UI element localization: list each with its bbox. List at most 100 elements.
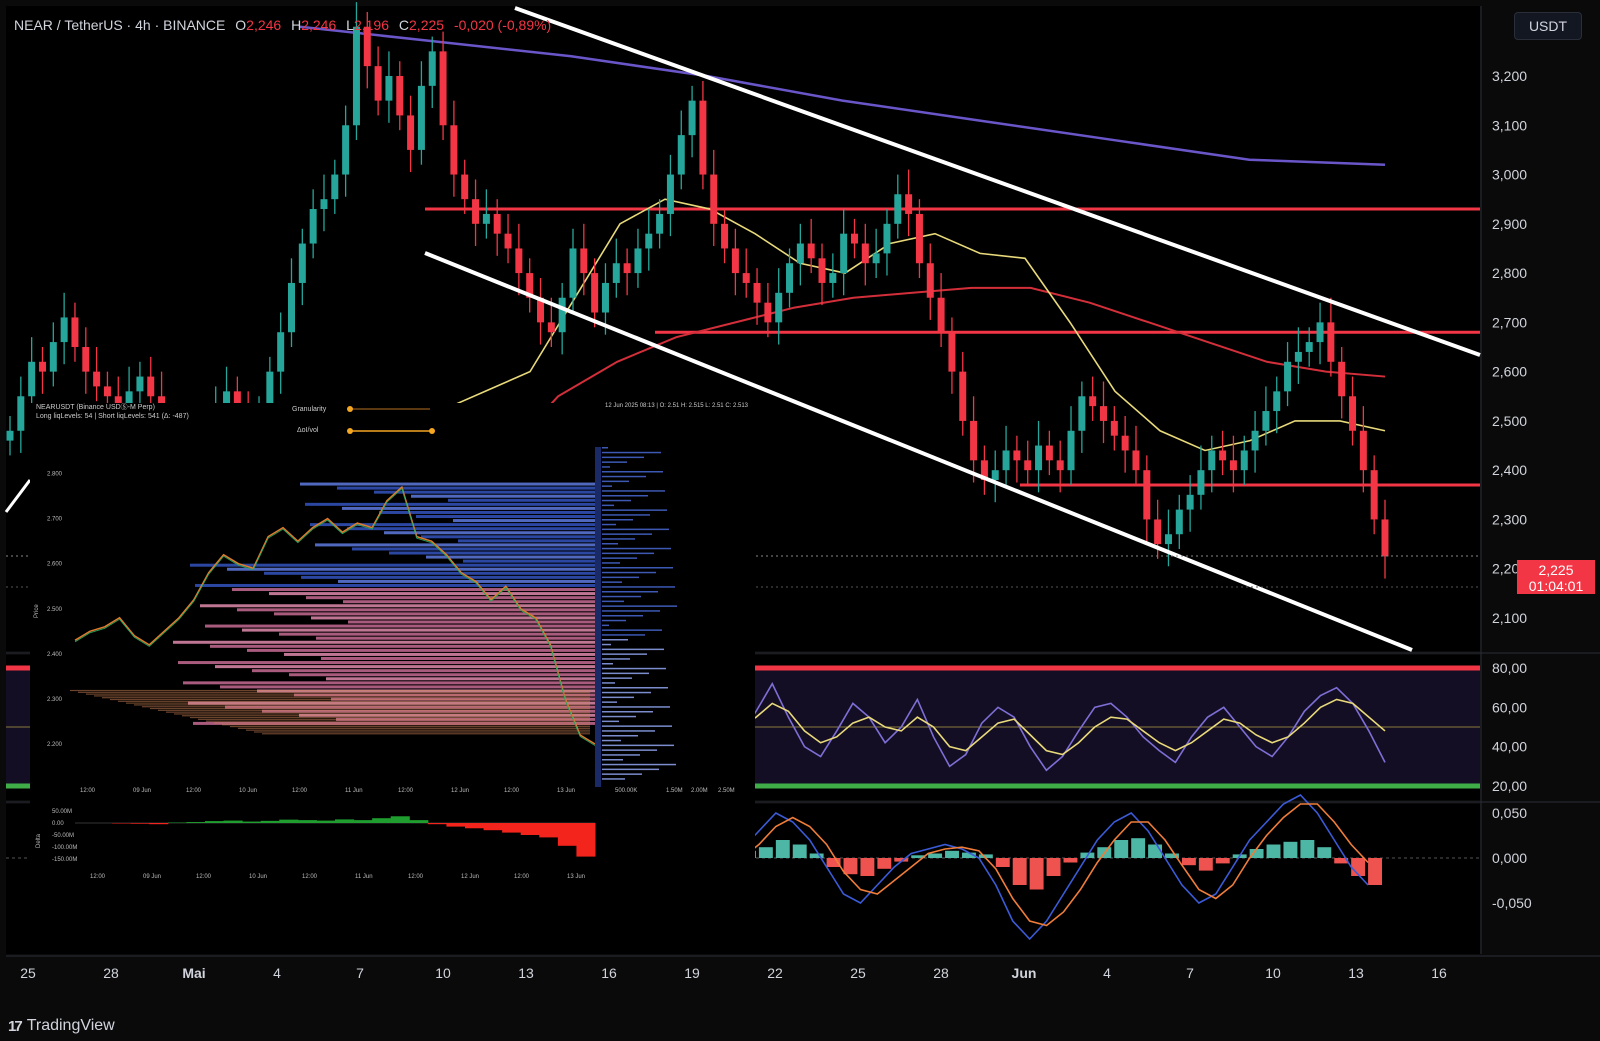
candle-body — [1110, 420, 1118, 436]
volume-profile-bar — [602, 562, 620, 564]
volume-profile-bar — [602, 658, 630, 660]
candle-body — [493, 213, 501, 234]
volume-profile-bar — [602, 653, 647, 655]
inset-canvas: 2.800 2.700 2.600 2.500 2.400 2.300 2.200 Price… — [30, 403, 755, 908]
liquidation-band — [426, 555, 595, 559]
inset-delta-bar — [502, 823, 522, 833]
candle-body — [807, 243, 815, 259]
liquidation-band — [411, 494, 595, 498]
time-tick-label: 25 — [850, 965, 866, 981]
volume-profile-bar — [602, 634, 645, 636]
inset-title: NEARUSDT (Binance USDⓈ-M Perp) Long liqL… — [36, 403, 189, 421]
candle-body — [82, 347, 90, 372]
candle-body — [1175, 509, 1183, 535]
candle-body — [298, 243, 306, 283]
macd-histogram-bar — [1181, 858, 1196, 866]
candle-body — [450, 125, 458, 175]
currency-button[interactable]: USDT — [1514, 12, 1582, 40]
candle-body — [656, 213, 664, 234]
liquidation-band — [300, 482, 595, 486]
candle-body — [1067, 430, 1075, 471]
liquidation-band — [200, 604, 595, 608]
liquidation-band — [190, 716, 590, 719]
candle-body — [731, 248, 739, 274]
volume-profile-bar — [602, 461, 627, 463]
macd-tick-label: 0,050 — [1492, 805, 1527, 821]
candle-body — [634, 248, 642, 274]
inset-liq-levels: Long liqLevels: 54 | Short liqLevels: 54… — [36, 413, 189, 420]
volume-profile-bar — [602, 691, 651, 694]
candle-body — [623, 263, 631, 274]
inset-time-tick: 12:00 — [398, 788, 414, 794]
candle-body — [1121, 435, 1129, 451]
volume-profile-bar — [602, 639, 628, 641]
volume-profile-bar — [602, 466, 610, 468]
price-tick-label: 2,300 — [1492, 511, 1527, 527]
volume-profile-bar — [602, 773, 642, 775]
volume-profile-bar — [602, 648, 664, 651]
volume-profile-bar — [602, 571, 656, 574]
volume-profile-bar — [602, 490, 665, 492]
volume-profile-bar — [602, 504, 614, 507]
candle-body — [1208, 450, 1216, 471]
tradingview-logo-text: TradingView — [26, 1017, 115, 1034]
close-label: C — [398, 17, 410, 33]
inset-symbol: NEARUSDT (Binance USDⓈ-M Perp) — [36, 404, 155, 411]
liquidation-band — [453, 519, 595, 523]
candle-body — [1078, 396, 1086, 431]
liquidation-band — [230, 725, 590, 728]
candle-body — [1338, 361, 1346, 397]
volume-profile-bar — [602, 711, 653, 713]
volume-profile-bar — [602, 643, 611, 646]
volume-profile-bar — [602, 725, 672, 727]
inset-delta-bar — [223, 820, 243, 823]
inset-delta-bar — [520, 823, 540, 835]
liquidation-band — [173, 640, 595, 644]
volume-profile-bar — [602, 715, 636, 718]
tradingview-logo[interactable]: 17 TradingView — [8, 1017, 115, 1035]
time-tick-label: 16 — [601, 965, 617, 981]
volume-profile-bar — [602, 696, 634, 699]
candle-body — [1316, 322, 1324, 343]
candle-body — [49, 342, 57, 372]
inset-delta-bar — [576, 823, 596, 857]
candle-body — [396, 76, 404, 116]
volume-profile-bar — [602, 687, 668, 689]
candle-body — [287, 282, 295, 333]
liquidation-band — [347, 527, 595, 531]
macd-histogram-bar — [1131, 838, 1146, 858]
liquidation-band — [458, 539, 595, 543]
liquidation-band — [182, 715, 590, 717]
candle-body — [342, 125, 350, 175]
candle-body — [482, 213, 490, 224]
volume-profile-bar — [602, 763, 676, 766]
liquidation-band — [352, 547, 595, 551]
liquidation-band — [227, 567, 595, 571]
liquidation-band — [301, 575, 595, 579]
liquidation-band — [178, 661, 595, 665]
candle-body — [1273, 391, 1281, 412]
inset-delta-label: Delta — [36, 833, 42, 848]
time-tick-label: 13 — [1348, 965, 1364, 981]
inset-delta-time-tick: 09 Jun — [143, 874, 161, 880]
liquidation-band — [237, 608, 595, 612]
liquidation-heatmap-inset: 2.800 2.700 2.600 2.500 2.400 2.300 2.200 Price… — [30, 403, 755, 908]
liquidation-band — [150, 707, 590, 710]
granularity-slider-handle — [347, 406, 353, 412]
time-tick-label: Mai — [182, 965, 205, 981]
volume-profile-bar — [602, 624, 609, 627]
inset-delta-bar — [335, 819, 355, 823]
candle-body — [948, 332, 956, 372]
candle-body — [374, 66, 382, 101]
inset-delta-bar — [242, 821, 262, 823]
inset-delta-time-tick: 12 Jun — [461, 874, 479, 880]
inset-delta-time-tick: 12:00 — [514, 874, 530, 880]
candle-body — [60, 317, 68, 343]
volume-profile-bar — [602, 552, 654, 555]
candle-body — [1251, 430, 1259, 451]
candle-body — [775, 292, 783, 323]
candle-body — [38, 361, 46, 372]
candle-body — [1089, 396, 1097, 407]
liquidation-band — [220, 685, 595, 689]
liquidation-band — [315, 543, 595, 547]
